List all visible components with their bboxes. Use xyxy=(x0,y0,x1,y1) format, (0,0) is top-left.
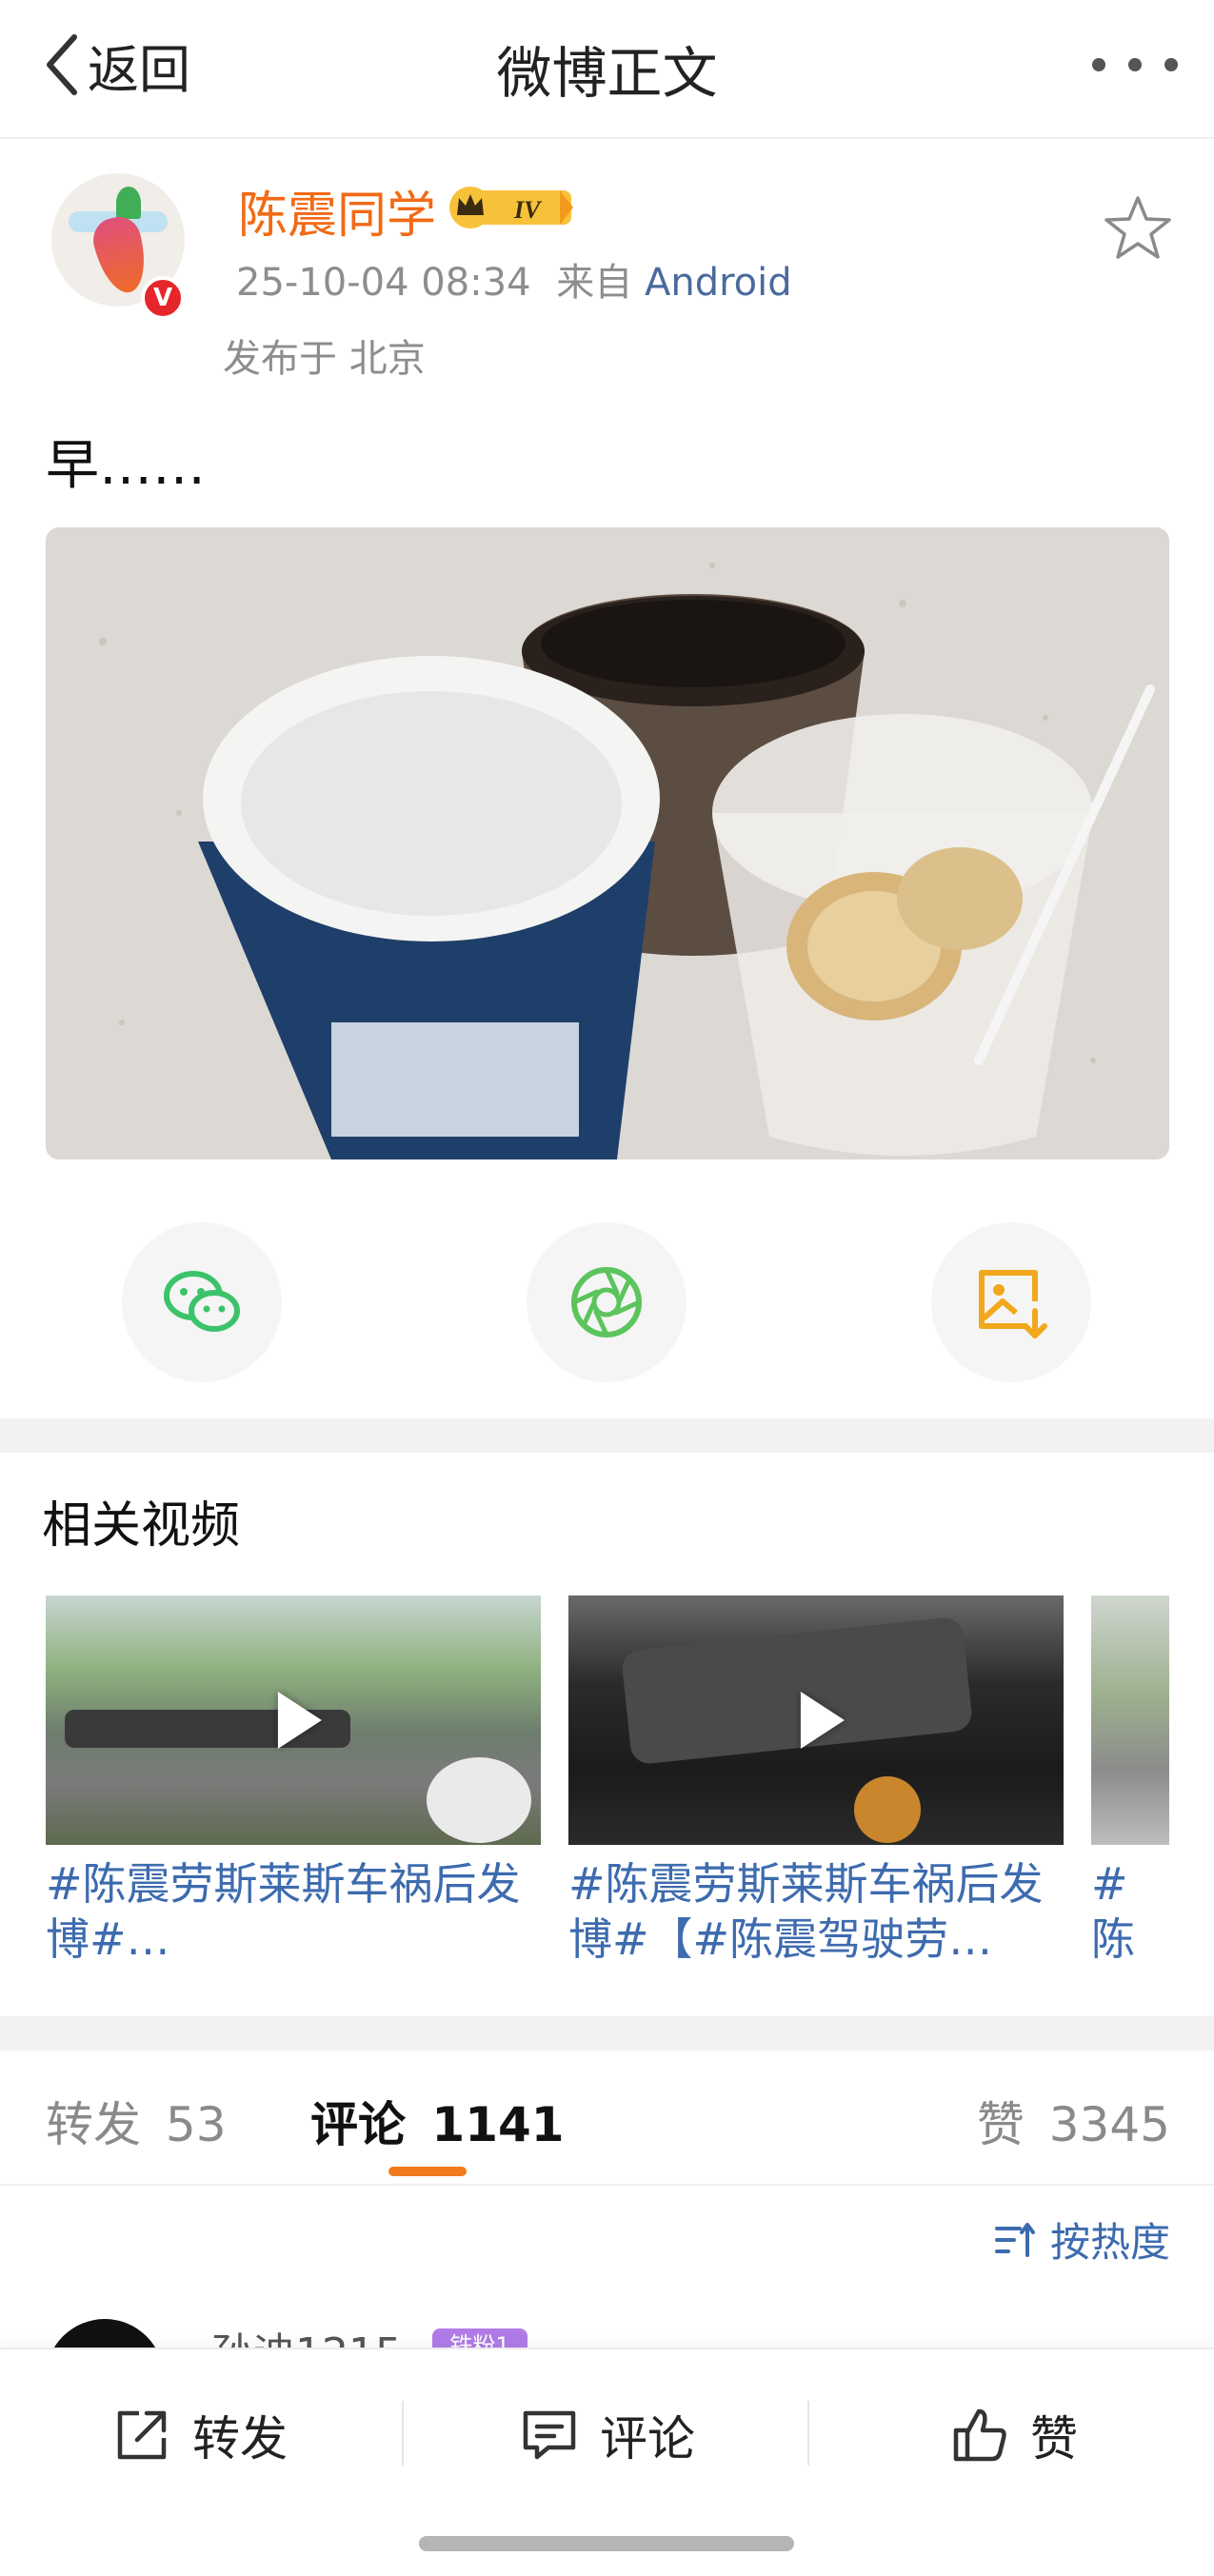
tab-like-label: 赞 xyxy=(976,2097,1025,2152)
video-caption: #陈震劳斯莱斯车祸后更博 xyxy=(1091,1858,1135,1965)
comment-label: 评论 xyxy=(600,2411,695,2467)
share-wechat-button[interactable] xyxy=(122,1222,282,1382)
crown-level-badge-icon: IV xyxy=(449,187,573,228)
helmet-shape xyxy=(427,1757,531,1843)
video-caption: #陈震劳斯莱斯车祸后发博#… xyxy=(46,1858,521,1965)
more-dot-icon xyxy=(1128,58,1142,71)
source-prefix: 来自 xyxy=(556,261,633,305)
related-videos-title: 相关视频 xyxy=(42,1497,241,1555)
post-device[interactable]: Android xyxy=(645,261,792,305)
tab-like[interactable]: 赞 3345 xyxy=(977,2087,1170,2155)
home-indicator[interactable] xyxy=(419,2536,794,2551)
video-thumbnail xyxy=(1091,1595,1169,1845)
favorite-star-icon[interactable] xyxy=(1102,192,1174,265)
moments-icon xyxy=(571,1267,642,1338)
page-title: 微博正文 xyxy=(496,41,718,106)
more-dot-icon xyxy=(1092,58,1105,71)
breakfast-photo xyxy=(46,527,1169,1159)
sort-icon xyxy=(994,2222,1035,2257)
save-image-button[interactable] xyxy=(931,1222,1091,1382)
tab-comment[interactable]: 评论 1141 xyxy=(310,2087,565,2155)
share-row xyxy=(0,1222,1214,1384)
thumbs-up-icon xyxy=(953,2408,1006,2462)
verified-badge: V xyxy=(141,276,185,320)
tab-repost[interactable]: 转发 53 xyxy=(46,2087,227,2155)
like-label: 赞 xyxy=(1030,2411,1078,2467)
tab-like-count: 3345 xyxy=(1048,2097,1170,2152)
like-button[interactable]: 赞 xyxy=(950,2397,1078,2473)
author-name[interactable]: 陈震同学 xyxy=(238,175,436,247)
repost-icon xyxy=(117,2410,167,2460)
sort-button[interactable]: 按热度 xyxy=(994,2210,1170,2269)
tab-comment-label: 评论 xyxy=(310,2097,406,2152)
play-icon xyxy=(277,1692,322,1749)
repost-button[interactable]: 转发 xyxy=(112,2397,288,2473)
car-hood-shape xyxy=(620,1615,974,1766)
divider xyxy=(402,2401,404,2466)
video-thumbnail xyxy=(46,1595,541,1845)
comment-button[interactable]: 评论 xyxy=(520,2397,695,2473)
repost-label: 转发 xyxy=(192,2411,288,2467)
avatar-leaf xyxy=(116,187,141,219)
top-bar: 返回 微博正文 xyxy=(0,0,1214,139)
share-moments-button[interactable] xyxy=(527,1222,687,1382)
related-video-card[interactable]: #陈震劳斯莱斯车祸后发博#【#陈震驾驶劳… xyxy=(568,1595,1064,1967)
wechat-icon xyxy=(164,1271,240,1332)
divider xyxy=(807,2401,809,2466)
level-text: IV xyxy=(513,196,543,224)
post-timestamp: 25-10-04 08:34 xyxy=(236,261,531,305)
comment-icon xyxy=(523,2410,576,2460)
more-dot-icon xyxy=(1164,58,1178,71)
section-gap xyxy=(0,1418,1214,1453)
save-image-icon xyxy=(979,1270,1047,1338)
interaction-tabs: 转发 53 评论 1141 赞 3345 xyxy=(0,2047,1214,2186)
post-text: 早…… xyxy=(46,435,206,497)
active-tab-indicator xyxy=(388,2167,467,2176)
tab-repost-count: 53 xyxy=(165,2097,227,2152)
emblem-shape xyxy=(854,1776,921,1843)
tab-repost-label: 转发 xyxy=(46,2097,141,2152)
tab-comment-count: 1141 xyxy=(431,2097,565,2152)
play-icon xyxy=(800,1692,845,1749)
more-options-button[interactable] xyxy=(1092,48,1178,82)
sort-label: 按热度 xyxy=(1049,2219,1170,2266)
video-caption: #陈震劳斯莱斯车祸后发博#【#陈震驾驶劳… xyxy=(568,1858,1044,1965)
post-location: 发布于 北京 xyxy=(223,337,426,381)
related-video-card[interactable]: #陈震劳斯莱斯车祸后更博 xyxy=(1091,1595,1169,1967)
author-section: V 陈震同学 IV 25-10-04 08:34 来自 Android 发布于 … xyxy=(0,139,1214,396)
video-thumbnail xyxy=(568,1595,1064,1845)
related-video-card[interactable]: #陈震劳斯莱斯车祸后发博#… xyxy=(46,1595,541,1967)
section-gap xyxy=(0,2016,1214,2051)
post-meta: 25-10-04 08:34 来自 Android xyxy=(236,251,792,307)
post-image[interactable] xyxy=(46,527,1169,1159)
